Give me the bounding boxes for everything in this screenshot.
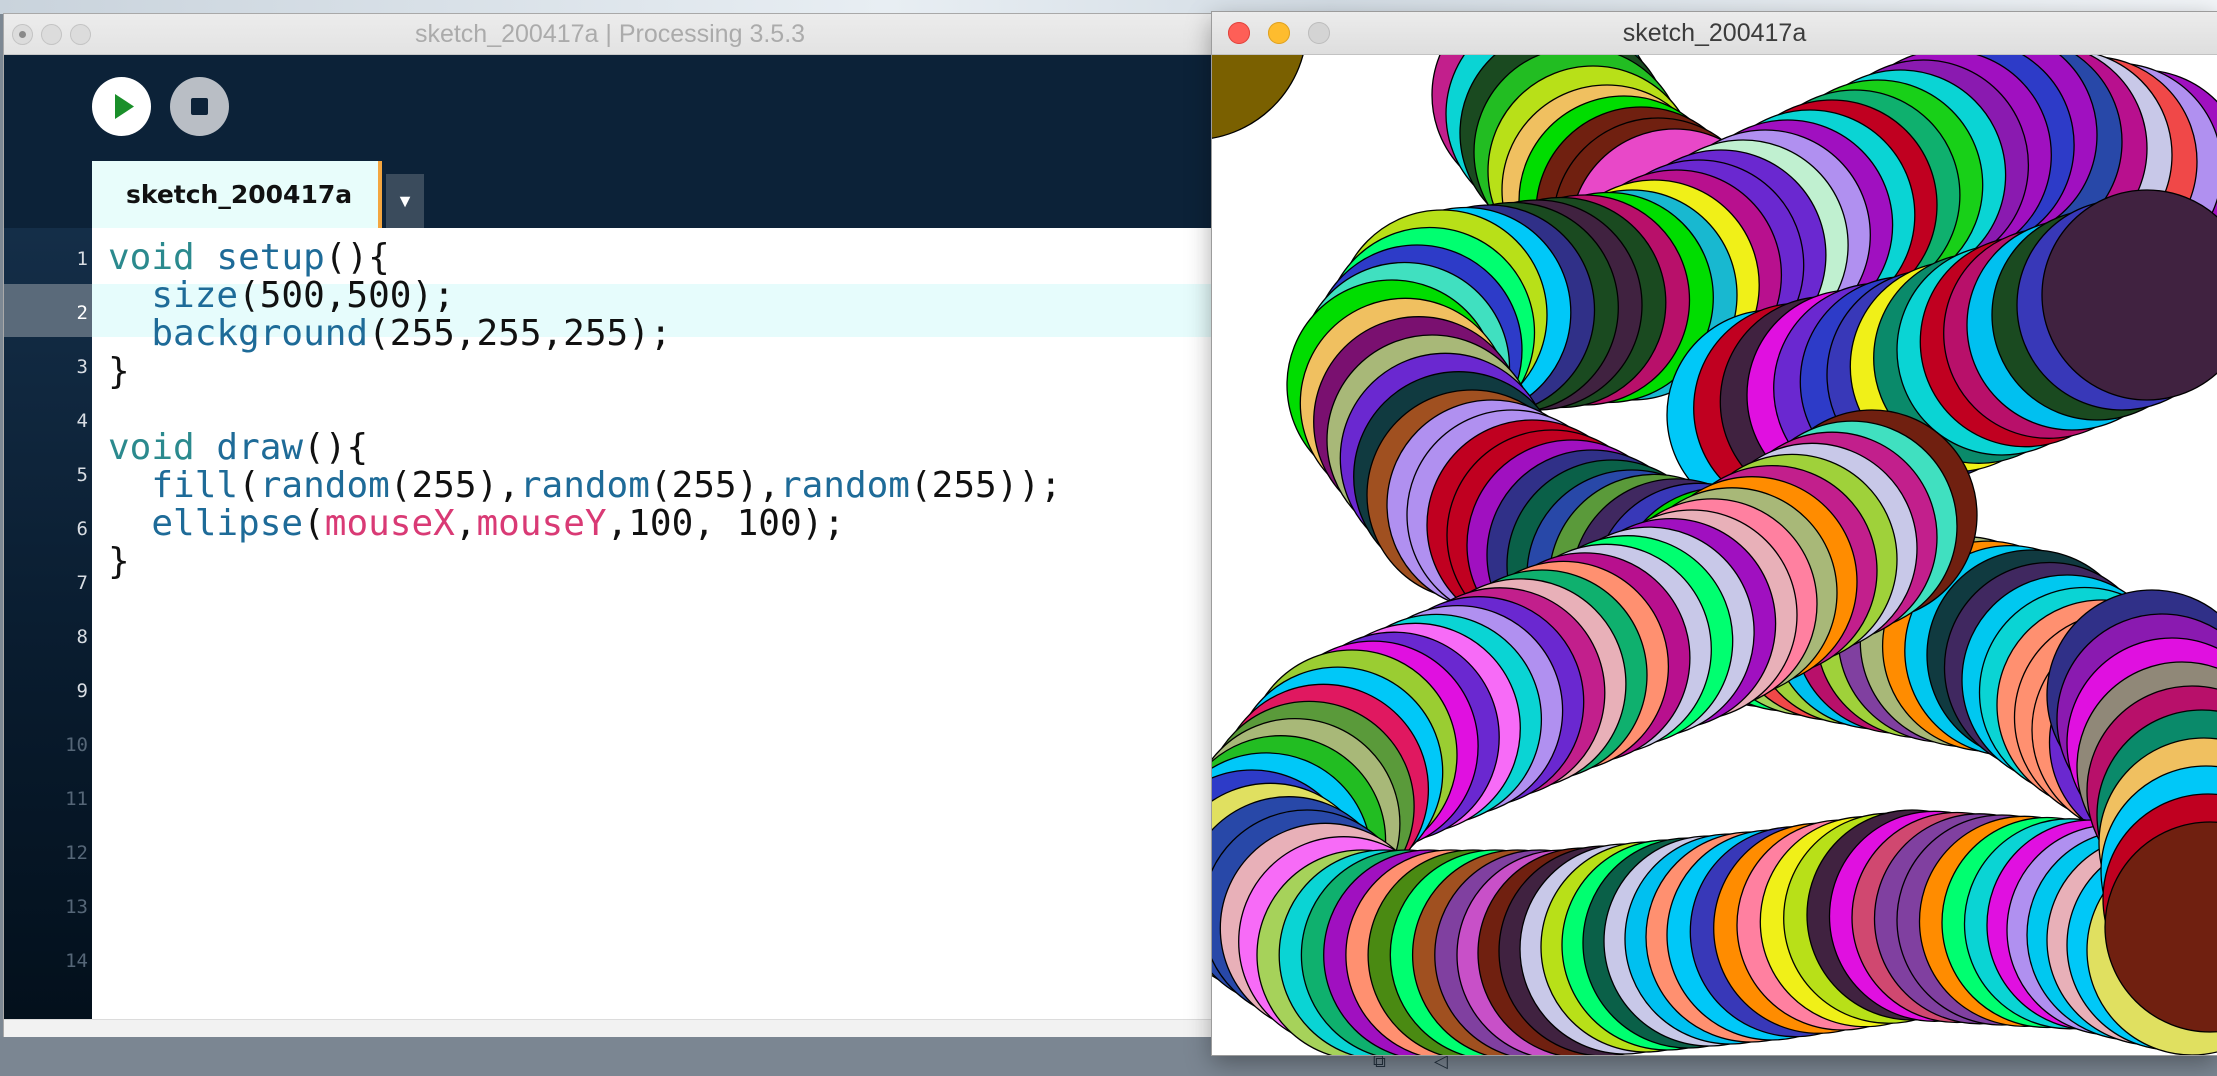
code-line-8: ellipse(mouseX,mouseY,100, 100); — [151, 503, 845, 544]
ellipse-mark — [1212, 55, 1304, 139]
editor-status-bar — [4, 1019, 1216, 1037]
editor-body: 1 2 3 4 5 6 7 8 9 10 11 12 13 14 void setup(){ size(5… — [4, 228, 1216, 1019]
line-number: 3 — [76, 356, 88, 378]
line-number: 8 — [76, 626, 88, 648]
stop-icon — [191, 98, 208, 115]
line-number-gutter: 1 2 3 4 5 6 7 8 9 10 11 12 13 14 — [4, 228, 92, 1019]
line-number: 4 — [76, 410, 88, 432]
code-line-4: } — [108, 351, 130, 392]
tab-sketch[interactable]: sketch_200417a — [92, 161, 382, 228]
line-number: 6 — [76, 518, 88, 540]
ellipse-drawing — [1212, 55, 2217, 1055]
processing-editor-window: sketch_200417a | Processing 3.5.3 sketch… — [4, 14, 1216, 1037]
editor-titlebar[interactable]: sketch_200417a | Processing 3.5.3 — [4, 14, 1216, 55]
code-editor[interactable]: void setup(){ size(500,500); background(… — [92, 228, 1216, 1019]
code-line-9: } — [108, 541, 130, 582]
line-number: 1 — [76, 248, 88, 270]
line-number: 10 — [65, 734, 88, 756]
sketch-titlebar[interactable]: sketch_200417a — [1212, 12, 2217, 55]
line-number: 7 — [76, 572, 88, 594]
line-number: 2 — [76, 302, 88, 324]
tab-menu-button[interactable]: ▼ — [386, 174, 424, 228]
sketch-canvas[interactable] — [1212, 55, 2217, 1055]
line-number: 5 — [76, 464, 88, 486]
line-number: 11 — [65, 788, 88, 810]
line-number: 9 — [76, 680, 88, 702]
line-number: 14 — [65, 950, 88, 972]
editor-window-title: sketch_200417a | Processing 3.5.3 — [414, 20, 806, 48]
play-icon — [115, 94, 134, 119]
sketch-output-window: sketch_200417a — [1212, 12, 2217, 1055]
line-number: 12 — [65, 842, 88, 864]
sketch-window-title: sketch_200417a — [1622, 19, 1807, 47]
tab-label: sketch_200417a — [126, 180, 353, 209]
run-button[interactable] — [92, 77, 151, 136]
code-line-3: background(255,255,255); — [151, 313, 672, 354]
chevron-down-icon: ▼ — [396, 191, 414, 211]
line-number: 13 — [65, 896, 88, 918]
stop-button[interactable] — [170, 77, 229, 136]
